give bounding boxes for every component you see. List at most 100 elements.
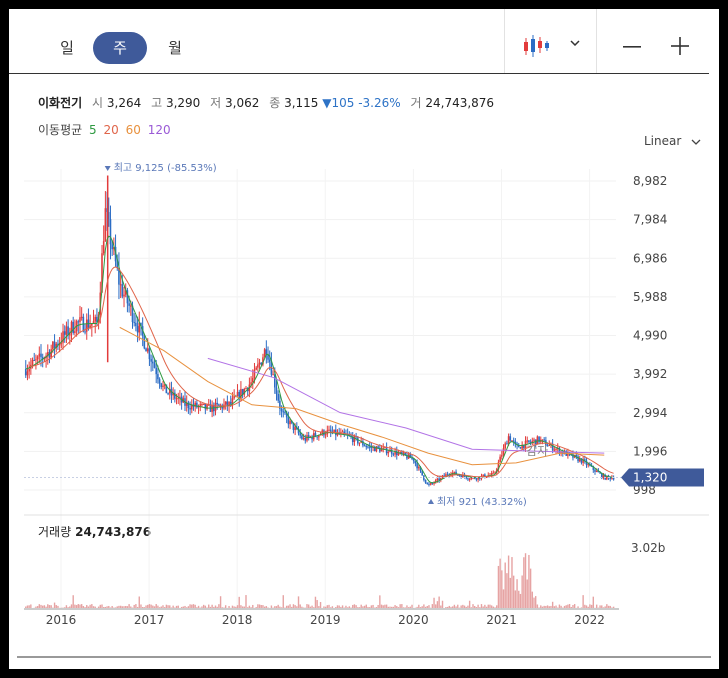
volume-bar bbox=[94, 606, 96, 608]
candle-body bbox=[265, 349, 268, 355]
volume-bar bbox=[186, 607, 188, 608]
volume-bar bbox=[499, 558, 501, 608]
volume-bar bbox=[550, 605, 552, 608]
candle-body bbox=[414, 461, 417, 464]
volume-bar bbox=[531, 591, 534, 608]
candle-body bbox=[368, 446, 371, 448]
volume-bar bbox=[130, 606, 132, 608]
volume-bar bbox=[509, 577, 511, 608]
volume-bar bbox=[36, 606, 39, 608]
volume-bar bbox=[609, 605, 611, 608]
volume-bar bbox=[206, 607, 208, 608]
volume-bar bbox=[236, 605, 239, 608]
volume-bar bbox=[216, 606, 218, 608]
volume-bar bbox=[511, 557, 513, 608]
candle-body bbox=[233, 396, 235, 399]
candle-body bbox=[257, 364, 259, 368]
volume-bar bbox=[546, 605, 549, 608]
volume-bar bbox=[463, 605, 466, 608]
candle-body bbox=[204, 403, 207, 410]
x-tick-label: 2017 bbox=[134, 613, 165, 627]
volume-bar bbox=[84, 607, 86, 608]
volume-bar bbox=[328, 604, 330, 608]
volume-bar bbox=[533, 597, 535, 608]
candle-body bbox=[201, 403, 203, 405]
volume-bar bbox=[543, 605, 545, 608]
candle-body bbox=[150, 359, 152, 362]
volume-bar bbox=[448, 605, 450, 608]
volume-bar bbox=[397, 607, 400, 608]
y-tick-label: 5,988 bbox=[633, 290, 667, 304]
candle-body bbox=[102, 241, 105, 254]
volume-bar bbox=[252, 604, 254, 608]
candle-body bbox=[143, 335, 146, 349]
volume-bar bbox=[47, 604, 49, 608]
high-annotation: 최고 9,125 (-85.53%) bbox=[114, 162, 217, 174]
volume-bar bbox=[501, 570, 503, 608]
volume-bar bbox=[385, 604, 388, 608]
volume-bar bbox=[148, 604, 151, 608]
volume-bar bbox=[387, 606, 390, 608]
candle-body bbox=[74, 331, 76, 333]
candle-body bbox=[424, 479, 427, 483]
volume-bar bbox=[477, 604, 479, 608]
candle-body bbox=[575, 455, 578, 457]
volume-bar bbox=[92, 606, 95, 608]
volume-bar bbox=[551, 601, 554, 608]
volume-bar bbox=[311, 605, 313, 608]
volume-bar bbox=[43, 605, 46, 608]
candle-body bbox=[77, 321, 80, 323]
candle-body bbox=[587, 464, 590, 466]
candle-body bbox=[275, 387, 278, 395]
volume-bar bbox=[506, 573, 508, 608]
volume-bar bbox=[424, 606, 427, 608]
volume-bar bbox=[209, 606, 212, 608]
volume-bar bbox=[377, 604, 379, 608]
volume-bar bbox=[565, 605, 567, 608]
volume-bar bbox=[263, 606, 266, 608]
candle-body bbox=[85, 319, 88, 332]
candle-body bbox=[328, 429, 330, 431]
x-tick-label: 2016 bbox=[46, 613, 77, 627]
volume-bar bbox=[169, 605, 171, 608]
candle-body bbox=[375, 446, 378, 452]
volume-bar bbox=[485, 606, 488, 608]
volume-bar bbox=[291, 606, 293, 608]
volume-bar bbox=[568, 604, 571, 608]
volume-bar bbox=[296, 606, 298, 608]
volume-bar bbox=[421, 606, 423, 608]
volume-bar bbox=[99, 604, 102, 608]
volume-bar bbox=[370, 605, 373, 608]
volume-bar bbox=[326, 605, 329, 608]
volume-bar bbox=[162, 605, 164, 608]
volume-bar bbox=[218, 604, 220, 608]
candle-body bbox=[79, 317, 81, 322]
volume-bar bbox=[128, 604, 130, 608]
volume-bar bbox=[275, 606, 278, 608]
candle-body bbox=[35, 359, 37, 361]
volume-bar bbox=[446, 606, 449, 608]
volume-bar bbox=[318, 606, 320, 608]
volume-bar bbox=[223, 607, 225, 608]
candle-body bbox=[277, 394, 279, 401]
price-chart[interactable]: 8,982 7,984 6,986 5,988 4,990 3,992 2,994 1,996… bbox=[9, 9, 719, 669]
candle-body bbox=[324, 434, 327, 436]
x-tick-label: 2019 bbox=[310, 613, 341, 627]
volume-bar bbox=[79, 604, 81, 608]
candle-body bbox=[595, 470, 598, 472]
candle-body bbox=[146, 348, 149, 352]
volume-bar bbox=[407, 607, 410, 608]
volume-bar bbox=[379, 595, 381, 608]
volume-bar bbox=[519, 593, 522, 608]
volume-bar bbox=[324, 606, 327, 608]
volume-bar bbox=[213, 606, 215, 608]
volume-bar bbox=[514, 590, 517, 608]
volume-bar bbox=[219, 596, 222, 608]
volume-bar bbox=[126, 606, 129, 608]
volume-bar bbox=[294, 605, 296, 608]
candle-body bbox=[255, 367, 257, 370]
volume-bar bbox=[214, 605, 217, 608]
candle-body bbox=[302, 438, 305, 440]
volume-bar bbox=[136, 606, 139, 608]
volume-bar bbox=[265, 606, 268, 608]
